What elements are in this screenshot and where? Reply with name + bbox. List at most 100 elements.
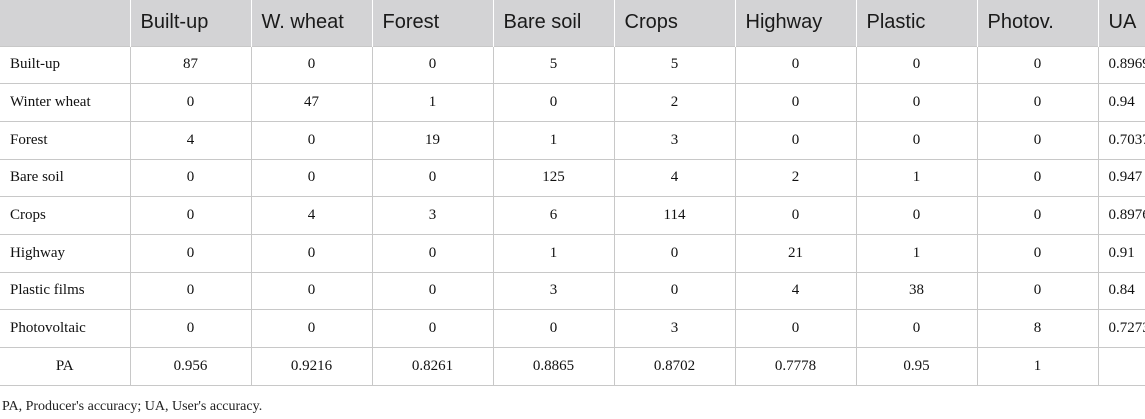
table-cell: 0 xyxy=(734,120,856,160)
row-label: Plastic films xyxy=(0,271,130,310)
table-cell: 1 xyxy=(855,233,977,273)
pa-row-label: PA xyxy=(0,347,130,386)
table-cell: 1 xyxy=(492,233,614,273)
header-photov: Photov. xyxy=(976,0,1098,46)
confusion-matrix-table: Built-up W. wheat Forest Bare soil Crops… xyxy=(0,0,1145,386)
table-cell: 4 xyxy=(613,158,735,197)
pa-cell: 0.7778 xyxy=(734,347,856,386)
pa-cell: 0.8261 xyxy=(371,347,493,386)
table-cell: 1 xyxy=(855,158,977,197)
table-cell: 0 xyxy=(855,196,977,235)
row-label: Winter wheat xyxy=(0,83,130,122)
table-cell: 38 xyxy=(855,271,977,310)
table-cell: 0 xyxy=(976,158,1098,197)
table-cell: 5 xyxy=(492,45,614,84)
ua-cell: 0.7273 xyxy=(1097,309,1145,348)
table-cell: 6 xyxy=(492,196,614,235)
table-cell: 0 xyxy=(371,45,493,84)
table-cell: 0 xyxy=(250,271,372,310)
table-cell: 0 xyxy=(734,309,856,348)
table-cell: 0 xyxy=(613,233,735,273)
pa-cell: 0.95 xyxy=(855,347,977,386)
ua-cell: 0.8969 xyxy=(1097,45,1145,84)
header-forest: Forest xyxy=(371,0,493,46)
header-w-wheat: W. wheat xyxy=(250,0,372,46)
table-cell: 3 xyxy=(492,271,614,310)
table-cell: 0 xyxy=(976,120,1098,160)
table-cell: 0 xyxy=(976,271,1098,310)
table-cell: 114 xyxy=(613,196,735,235)
row-label: Highway xyxy=(0,233,130,273)
header-highway: Highway xyxy=(734,0,856,46)
table-row: Plastic films 0 0 0 3 0 4 38 0 0.84 xyxy=(0,271,1145,310)
pa-cell: 0.956 xyxy=(129,347,251,386)
table-cell: 0 xyxy=(371,309,493,348)
header-corner xyxy=(0,0,130,46)
ua-cell: 0.94 xyxy=(1097,83,1145,122)
table-cell: 0 xyxy=(855,120,977,160)
table-cell: 0 xyxy=(129,271,251,310)
table-cell: 0 xyxy=(371,271,493,310)
table-cell: 0 xyxy=(250,309,372,348)
ua-cell: 0.84 xyxy=(1097,271,1145,310)
pa-cell: 0.8702 xyxy=(613,347,735,386)
table-cell: 0 xyxy=(855,45,977,84)
table-cell: 0 xyxy=(371,158,493,197)
table-cell: 0 xyxy=(613,271,735,310)
table-cell: 4 xyxy=(250,196,372,235)
table-cell: 0 xyxy=(129,309,251,348)
pa-cell: 1 xyxy=(976,347,1098,386)
table-cell: 0 xyxy=(492,309,614,348)
table-row: Highway 0 0 0 1 0 21 1 0 0.91 xyxy=(0,233,1145,273)
header-bare-soil: Bare soil xyxy=(492,0,614,46)
table-cell: 0 xyxy=(734,45,856,84)
pa-ua-cell xyxy=(1097,347,1145,386)
table-cell: 0 xyxy=(129,196,251,235)
row-label: Bare soil xyxy=(0,158,130,197)
table-cell: 0 xyxy=(976,45,1098,84)
row-label: Forest xyxy=(0,120,130,160)
table-cell: 1 xyxy=(492,120,614,160)
table-row: Winter wheat 0 47 1 0 2 0 0 0 0.94 xyxy=(0,83,1145,122)
table-cell: 2 xyxy=(613,83,735,122)
table-row: Bare soil 0 0 0 125 4 2 1 0 0.947 xyxy=(0,158,1145,197)
table-cell: 4 xyxy=(129,120,251,160)
table-cell: 2 xyxy=(734,158,856,197)
table-row: Forest 4 0 19 1 3 0 0 0 0.7037 xyxy=(0,120,1145,160)
table-cell: 0 xyxy=(492,83,614,122)
ua-cell: 0.8976 xyxy=(1097,196,1145,235)
table-cell: 5 xyxy=(613,45,735,84)
header-ua: UA xyxy=(1097,0,1145,46)
table-cell: 0 xyxy=(855,309,977,348)
table-cell: 0 xyxy=(855,83,977,122)
table-cell: 0 xyxy=(250,120,372,160)
table-row: Photovoltaic 0 0 0 0 3 0 0 8 0.7273 xyxy=(0,309,1145,348)
table-cell: 0 xyxy=(250,158,372,197)
table-cell: 0 xyxy=(734,196,856,235)
row-label: Built-up xyxy=(0,45,130,84)
table-cell: 0 xyxy=(734,83,856,122)
table-cell: 0 xyxy=(250,233,372,273)
row-label: Crops xyxy=(0,196,130,235)
header-crops: Crops xyxy=(613,0,735,46)
table-cell: 125 xyxy=(492,158,614,197)
table-cell: 19 xyxy=(371,120,493,160)
table-cell: 0 xyxy=(371,233,493,273)
header-built-up: Built-up xyxy=(129,0,251,46)
ua-cell: 0.947 xyxy=(1097,158,1145,197)
row-label: Photovoltaic xyxy=(0,309,130,348)
table-footnote: PA, Producer's accuracy; UA, User's accu… xyxy=(2,399,263,414)
table-cell: 0 xyxy=(250,45,372,84)
table-cell: 3 xyxy=(613,309,735,348)
pa-cell: 0.8865 xyxy=(492,347,614,386)
table-cell: 87 xyxy=(129,45,251,84)
header-plastic: Plastic xyxy=(855,0,977,46)
table-cell: 8 xyxy=(976,309,1098,348)
pa-cell: 0.9216 xyxy=(250,347,372,386)
table-cell: 4 xyxy=(734,271,856,310)
table-cell: 0 xyxy=(129,158,251,197)
table-cell: 3 xyxy=(613,120,735,160)
ua-cell: 0.7037 xyxy=(1097,120,1145,160)
table-cell: 1 xyxy=(371,83,493,122)
ua-cell: 0.91 xyxy=(1097,233,1145,273)
